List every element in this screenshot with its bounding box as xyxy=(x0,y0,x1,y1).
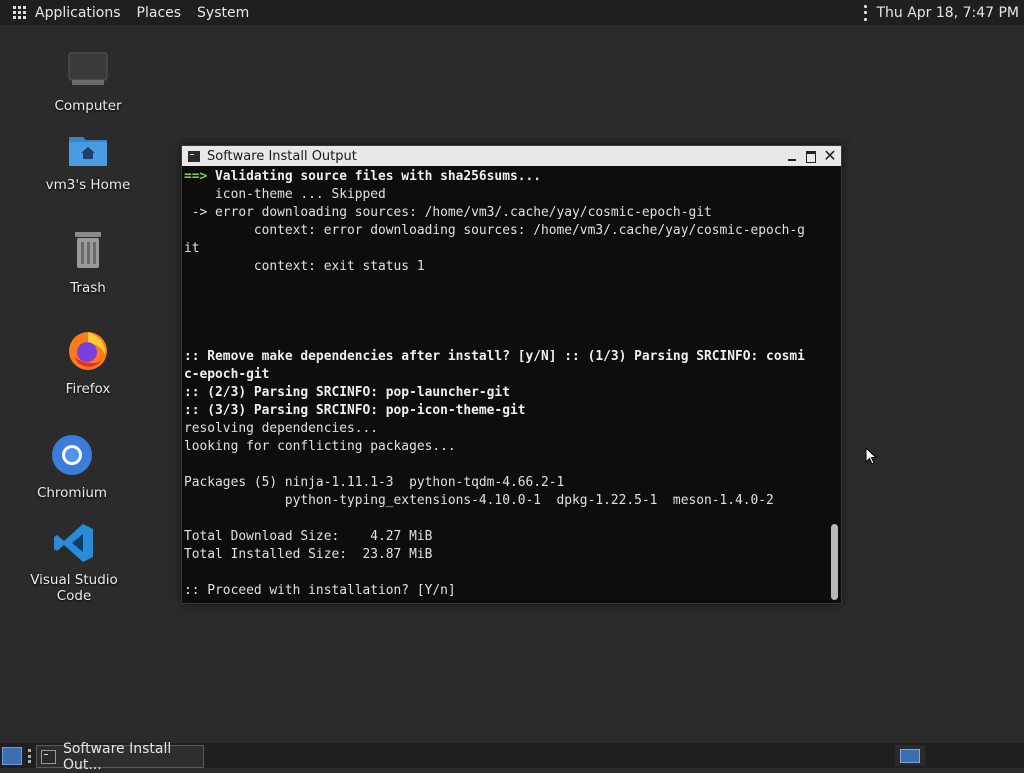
home-folder-icon xyxy=(69,137,107,166)
terminal-text: :: (2/3) Parsing SRCINFO: pop-launcher-g… xyxy=(184,385,510,400)
terminal-text: c-epoch-git xyxy=(184,367,270,382)
terminal-line: :: Remove make dependencies after instal… xyxy=(184,348,824,366)
desktop-icon-label: Chromium xyxy=(36,485,108,501)
terminal-text: :: (3/3) Parsing SRCINFO: pop-icon-theme… xyxy=(184,403,526,418)
menu-places[interactable]: Places xyxy=(137,5,182,21)
terminal-text: -> error downloading sources: /home/vm3/… xyxy=(184,205,712,220)
desktop-icon-trash[interactable]: Trash xyxy=(33,228,143,296)
terminal-text: context: exit status 1 xyxy=(184,259,425,274)
terminal-line: resolving dependencies... xyxy=(184,420,824,438)
desktop-icon-label: Visual Studio Code xyxy=(30,572,118,604)
desktop-icon-vscode[interactable]: Visual Studio Code xyxy=(12,522,136,604)
terminal-output[interactable]: ==> Validating source files with sha256s… xyxy=(184,168,824,600)
terminal-line: :: Proceed with installation? [Y/n] xyxy=(184,582,824,600)
terminal-line: looking for conflicting packages... xyxy=(184,438,824,456)
desktop-icon-firefox[interactable]: Firefox xyxy=(33,327,143,397)
terminal-text: icon-theme ... Skipped xyxy=(184,187,386,202)
minimize-icon[interactable] xyxy=(784,148,800,164)
clock[interactable]: Thu Apr 18, 7:47 PM xyxy=(876,5,1019,21)
workspace-1-icon[interactable] xyxy=(900,749,920,763)
terminal-text: looking for conflicting packages... xyxy=(184,439,456,454)
terminal-line: context: exit status 1 xyxy=(184,258,824,276)
terminal-line: c-epoch-git xyxy=(184,366,824,384)
terminal-line: python-typing_extensions-4.10.0-1 dpkg-1… xyxy=(184,492,824,510)
terminal-line: context: error downloading sources: /hom… xyxy=(184,222,824,240)
terminal-line: icon-theme ... Skipped xyxy=(184,186,824,204)
panel-handle-icon xyxy=(28,749,31,763)
bottom-panel: Software Install Out... xyxy=(0,741,1024,773)
terminal-icon xyxy=(188,150,200,162)
workspace-switcher[interactable] xyxy=(895,745,925,766)
terminal-text: :: Remove make dependencies after instal… xyxy=(184,349,805,364)
window-titlebar[interactable]: Software Install Output ✕ xyxy=(182,146,841,166)
terminal-line: ==> Validating source files with sha256s… xyxy=(184,168,824,186)
vscode-icon xyxy=(54,524,93,562)
terminal-text: Total Download Size: 4.27 MiB xyxy=(184,529,433,544)
terminal-text: python-typing_extensions-4.10.0-1 dpkg-1… xyxy=(184,493,774,508)
terminal-text: :: Proceed with installation? [Y/n] xyxy=(184,583,456,598)
scrollbar[interactable] xyxy=(829,168,838,600)
terminal-text: ==> xyxy=(184,169,216,184)
maximize-icon[interactable] xyxy=(803,148,819,164)
terminal-line: it xyxy=(184,240,824,258)
mouse-pointer-icon xyxy=(865,447,877,465)
terminal-text: it xyxy=(184,241,200,256)
computer-icon xyxy=(68,52,108,85)
desktop-icon-label: Firefox xyxy=(65,381,111,397)
terminal-line: :: (2/3) Parsing SRCINFO: pop-launcher-g… xyxy=(184,384,824,402)
app-grid-icon[interactable] xyxy=(13,5,27,20)
terminal-line: :: (3/3) Parsing SRCINFO: pop-icon-theme… xyxy=(184,402,824,420)
desktop-icon-computer[interactable]: Computer xyxy=(33,50,143,114)
terminal-text: Validating source files with sha256sums.… xyxy=(215,169,542,184)
taskbar-item-software-install-output[interactable]: Software Install Out... xyxy=(36,741,204,773)
software-install-output-window[interactable]: Software Install Output ✕ ==> Validating… xyxy=(181,145,842,604)
window-title: Software Install Output xyxy=(207,148,357,164)
terminal-line: Packages (5) ninja-1.11.1-3 python-tqdm-… xyxy=(184,474,824,492)
chromium-icon xyxy=(52,435,92,475)
menu-system[interactable]: System xyxy=(197,5,249,21)
desktop-icon-label: Trash xyxy=(70,280,106,296)
terminal-text: Total Installed Size: 23.87 MiB xyxy=(184,547,433,562)
desktop-icon-home[interactable]: vm3's Home xyxy=(33,131,143,193)
desktop-icon-label: Computer xyxy=(54,98,122,114)
scrollbar-thumb[interactable] xyxy=(831,524,838,600)
terminal-text: resolving dependencies... xyxy=(184,421,379,436)
show-desktop-icon[interactable] xyxy=(2,747,22,765)
desktop-icon-label: vm3's Home xyxy=(45,177,131,193)
terminal-line: -> error downloading sources: /home/vm3/… xyxy=(184,204,824,222)
trash-icon xyxy=(75,232,101,268)
desktop-icon-chromium[interactable]: Chromium xyxy=(17,433,127,501)
top-panel: Applications Places System Thu Apr 18, 7… xyxy=(0,0,1024,25)
terminal-text: context: error downloading sources: /hom… xyxy=(184,223,805,238)
terminal-text: Packages (5) ninja-1.11.1-3 python-tqdm-… xyxy=(184,475,565,490)
menu-applications[interactable]: Applications xyxy=(35,5,121,21)
terminal-line: Total Installed Size: 23.87 MiB xyxy=(184,546,824,564)
close-icon[interactable]: ✕ xyxy=(822,148,838,164)
terminal-icon xyxy=(41,749,56,764)
kebab-menu-icon[interactable] xyxy=(864,4,868,21)
firefox-icon xyxy=(69,332,107,370)
terminal-line: Total Download Size: 4.27 MiB xyxy=(184,528,824,546)
